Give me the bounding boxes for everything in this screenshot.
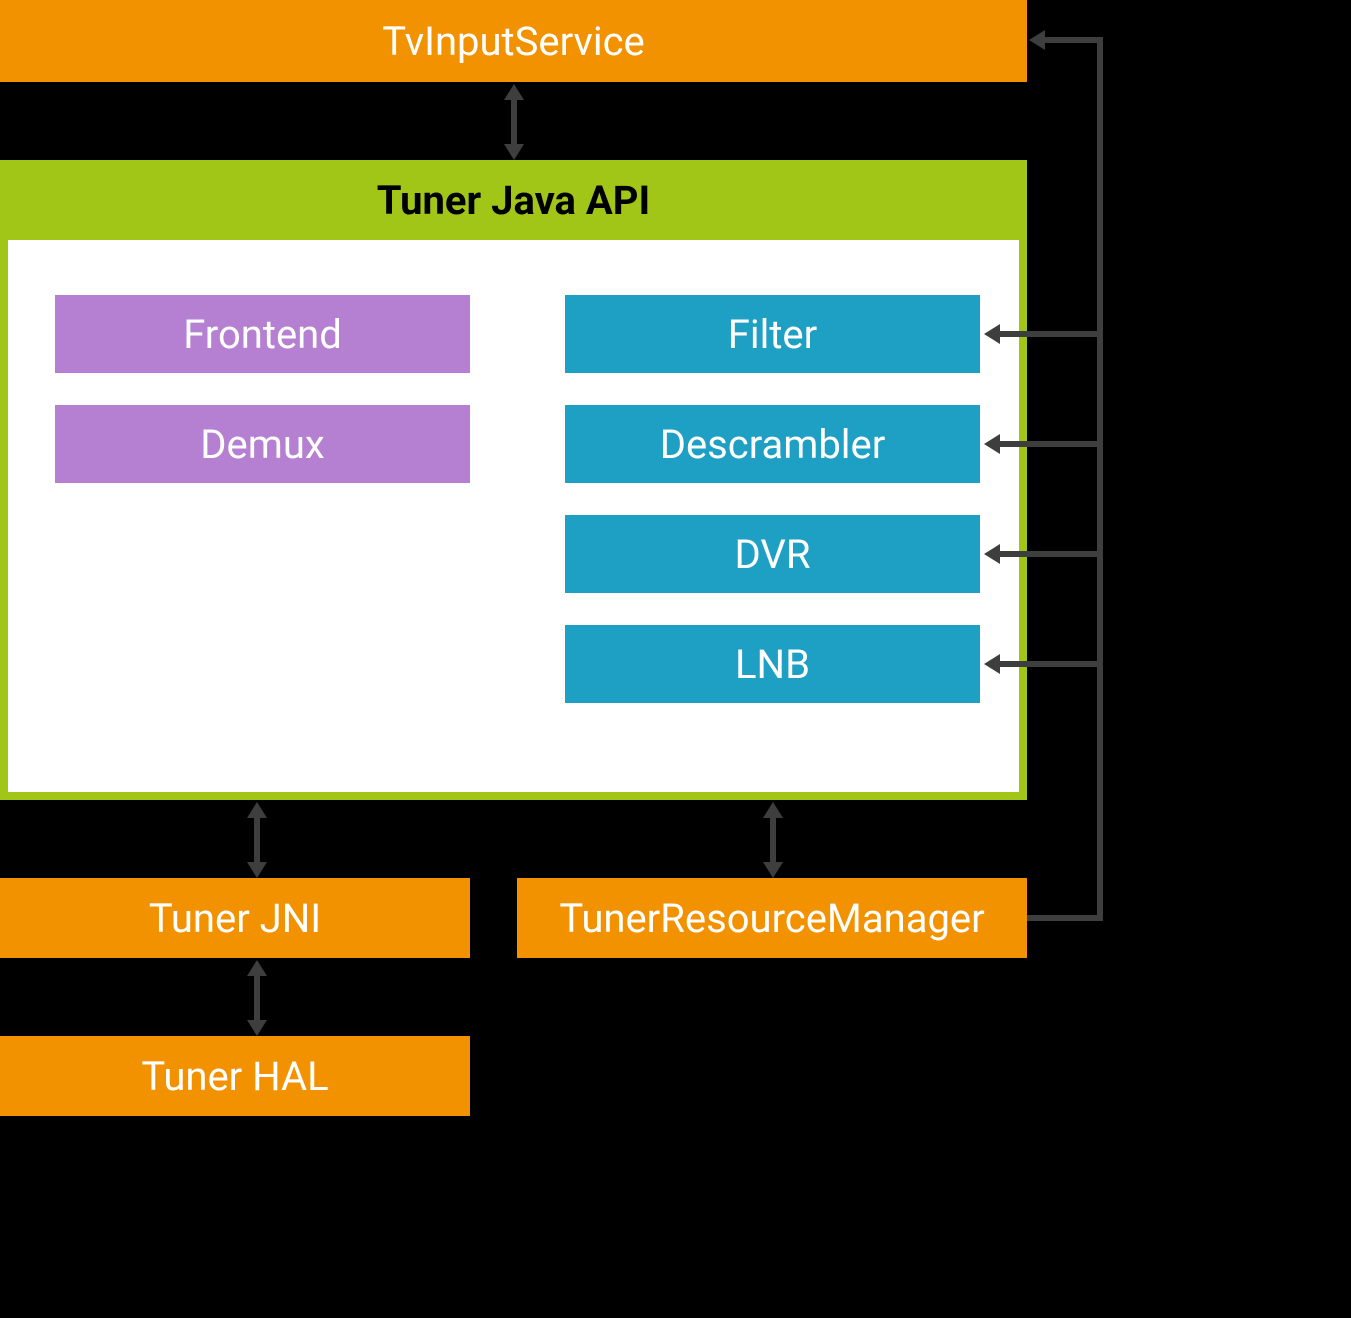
- tv-input-service-box: TvInputService: [0, 0, 1027, 82]
- tuner-api-container: Tuner Java API Frontend Demux Filter Des…: [0, 160, 1027, 800]
- lnb-label: LNB: [735, 641, 810, 688]
- arrow-vline-1: [511, 98, 517, 146]
- arrow-head-down-4: [247, 1020, 267, 1036]
- demux-label: Demux: [200, 421, 324, 468]
- dvr-label: DVR: [735, 531, 811, 578]
- frontend-box: Frontend: [55, 295, 470, 373]
- arrow-head-down-2: [247, 862, 267, 878]
- frontend-label: Frontend: [183, 311, 342, 358]
- arrow-vline-4: [254, 974, 260, 1022]
- descrambler-label: Descrambler: [660, 421, 886, 468]
- arrow-head-left-lnb: [984, 654, 1000, 674]
- filter-label: Filter: [728, 311, 817, 358]
- arrow-hline-top: [1043, 37, 1103, 43]
- arrow-vline-2: [254, 816, 260, 864]
- arrow-vtrunk: [1097, 40, 1103, 918]
- demux-box: Demux: [55, 405, 470, 483]
- trm-label: TunerResourceManager: [559, 895, 984, 942]
- arrow-hline-filter: [998, 331, 1103, 337]
- arrow-head-up-1: [504, 84, 524, 100]
- filter-box: Filter: [565, 295, 980, 373]
- tuner-api-body-wrap: Frontend Demux Filter Descrambler DVR LN…: [0, 240, 1027, 800]
- arrow-hline-descrambler: [998, 441, 1103, 447]
- tuner-api-header: Tuner Java API: [0, 160, 1027, 240]
- arrow-head-left-descrambler: [984, 434, 1000, 454]
- arrow-head-up-4: [247, 960, 267, 976]
- arrow-head-up-3: [763, 802, 783, 818]
- tuner-api-body: Frontend Demux Filter Descrambler DVR LN…: [8, 240, 1019, 792]
- arrow-hline-dvr: [998, 551, 1103, 557]
- arrow-head-up-2: [247, 802, 267, 818]
- tuner-jni-label: Tuner JNI: [149, 895, 321, 942]
- arrow-head-left-dvr: [984, 544, 1000, 564]
- tuner-hal-label: Tuner HAL: [141, 1053, 328, 1100]
- descrambler-box: Descrambler: [565, 405, 980, 483]
- arrow-head-down-1: [504, 144, 524, 160]
- arrow-head-down-3: [763, 862, 783, 878]
- arrow-head-left-top: [1029, 30, 1045, 50]
- tuner-api-title: Tuner Java API: [377, 177, 650, 224]
- trm-box: TunerResourceManager: [517, 878, 1027, 958]
- tv-input-service-label: TvInputService: [382, 18, 645, 65]
- arrow-head-left-filter: [984, 324, 1000, 344]
- tuner-jni-box: Tuner JNI: [0, 878, 470, 958]
- dvr-box: DVR: [565, 515, 980, 593]
- arrow-hline-trm: [1027, 915, 1103, 921]
- arrow-vline-3: [770, 816, 776, 864]
- arrow-hline-lnb: [998, 661, 1103, 667]
- tuner-hal-box: Tuner HAL: [0, 1036, 470, 1116]
- lnb-box: LNB: [565, 625, 980, 703]
